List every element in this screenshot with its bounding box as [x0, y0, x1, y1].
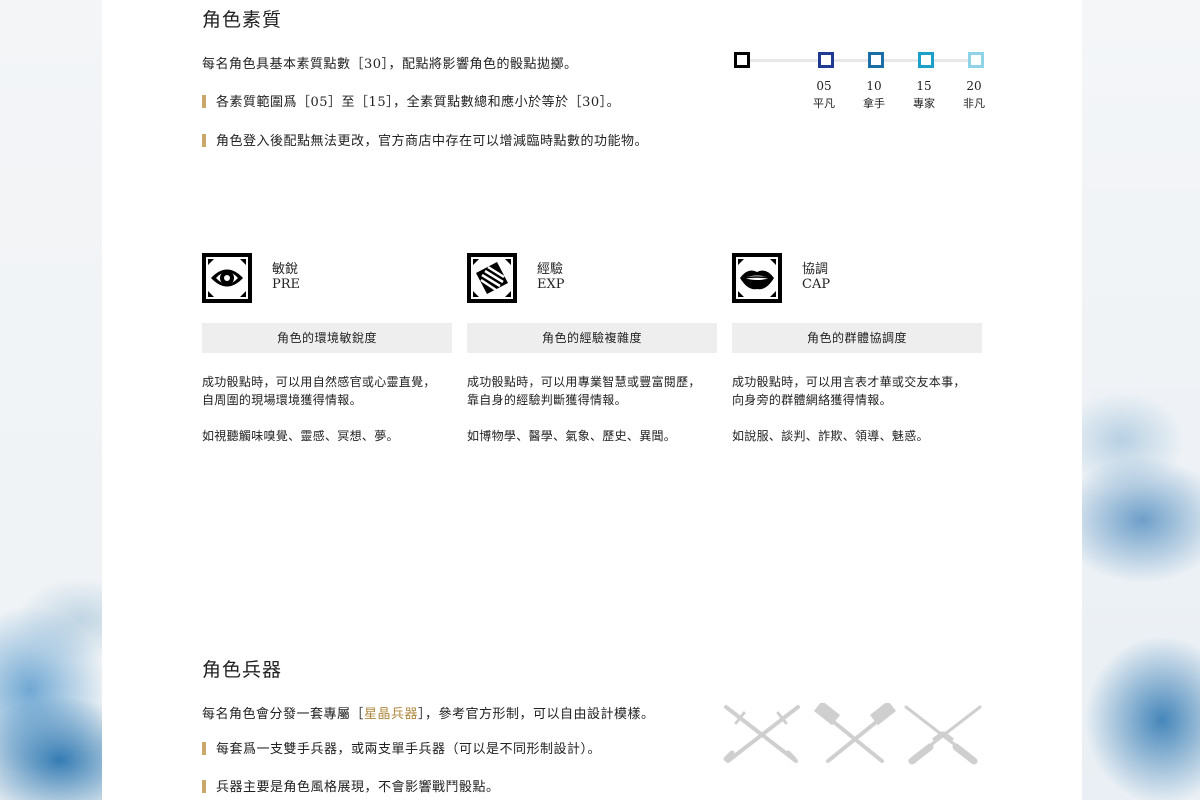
scroll-lines-icon [467, 253, 517, 303]
stat-name: 經驗 [537, 262, 564, 277]
weapons-title: 角色兵器 [202, 659, 283, 681]
attribute-scale: 05 10 15 20 平凡 拿手 專家 非凡 [734, 52, 985, 112]
cloud-background-left [0, 0, 102, 800]
lips-icon [732, 253, 782, 303]
weapon-name-highlight: 星晶兵器 [364, 707, 419, 722]
stat-name: 協調 [802, 262, 829, 277]
stat-code: PRE [272, 277, 301, 292]
stat-subtitle: 角色的群體協調度 [732, 323, 982, 353]
scale-value: 10 [866, 79, 882, 93]
stat-examples: 如視聽觸味嗅覺、靈感、冥想、夢。 [202, 429, 399, 443]
scale-track [740, 59, 980, 62]
scale-marker-0 [734, 52, 750, 68]
scale-value: 20 [966, 79, 982, 93]
attributes-rule-1: 各素質範圍爲［05］至［15］，全素質點數總和應小於等於［30］。 [202, 91, 620, 110]
crossed-rifles-icon [904, 705, 982, 765]
scale-marker-05 [818, 52, 834, 68]
stat-name: 敏銳 [272, 262, 299, 277]
scale-label: 平凡 [813, 97, 835, 110]
attributes-title: 角色素質 [202, 9, 283, 31]
stat-subtitle: 角色的經驗複雜度 [467, 323, 717, 353]
weapons-rule-1: 每套爲一支雙手兵器，或兩支單手兵器（可以是不同形制設計）。 [202, 738, 601, 757]
weapons-rule-2: 兵器主要是角色風格展現，不會影響戰鬥骰點。 [202, 776, 500, 795]
content-panel: 角色素質 每名角色具基本素質點數［30］，配點將影響角色的骰點拋擲。 各素質範圍… [102, 0, 1082, 800]
scale-label: 非凡 [963, 97, 985, 110]
stat-description: 成功骰點時，可以用自然感官或心靈直覺， 自周圍的現場環境獲得情報。 [202, 375, 436, 407]
stat-description: 成功骰點時，可以用言表才華或交友本事， 向身旁的群體網絡獲得情報。 [732, 375, 966, 407]
weapon-icons [723, 703, 982, 765]
scale-marker-20 [968, 52, 984, 68]
stat-examples: 如博物學、醫學、氣象、歷史、異聞。 [467, 429, 677, 443]
crossed-hammers-icon [813, 703, 897, 763]
scale-marker-15 [918, 52, 934, 68]
scale-label: 拿手 [863, 97, 885, 110]
cloud-background-right [1082, 0, 1200, 800]
stat-description: 成功骰點時，可以用專業智慧或豐富閱歷， 靠自身的經驗判斷獲得情報。 [467, 375, 701, 407]
eye-icon [202, 253, 252, 303]
stat-subtitle: 角色的環境敏銳度 [202, 323, 452, 353]
stat-examples: 如說服、談判、詐欺、領導、魅惑。 [732, 429, 929, 443]
scale-value: 05 [816, 79, 832, 93]
attributes-intro: 每名角色具基本素質點數［30］，配點將影響角色的骰點拋擲。 [202, 57, 578, 72]
stat-code: CAP [802, 277, 831, 292]
stat-code: EXP [537, 277, 565, 292]
scale-value: 15 [916, 79, 932, 93]
scale-marker-10 [868, 52, 884, 68]
scale-label: 專家 [913, 97, 935, 110]
crossed-swords-icon [723, 705, 800, 763]
weapons-intro: 每名角色會分發一套專屬［星晶兵器］，參考官方形制，可以自由設計模樣。 [202, 707, 655, 722]
attributes-rule-2: 角色登入後配點無法更改，官方商店中存在可以增減臨時點數的功能物。 [202, 130, 648, 149]
